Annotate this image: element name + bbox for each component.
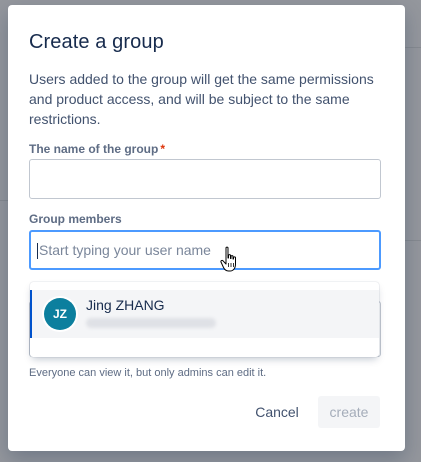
backdrop-divider (405, 47, 421, 48)
group-name-input[interactable] (29, 159, 381, 199)
group-name-label: The name of the group * (29, 142, 165, 156)
group-members-label: Group members (29, 212, 122, 226)
group-members-placeholder: Start typing your user name (39, 242, 211, 258)
create-group-dialog: Create a group Users added to the group … (8, 5, 405, 451)
visibility-hint: Everyone can view it, but only admins ca… (29, 367, 267, 379)
suggestion-email-redacted (86, 318, 216, 328)
hand-cursor-icon (220, 246, 236, 272)
required-marker: * (160, 142, 166, 156)
create-button[interactable]: create (318, 396, 380, 428)
group-members-input[interactable]: Start typing your user name (29, 230, 381, 270)
avatar: JZ (44, 298, 76, 330)
suggestion-option[interactable]: JZ Jing ZHANG (30, 290, 379, 338)
group-name-label-text: The name of the group (29, 142, 159, 156)
backdrop-divider (405, 240, 421, 241)
text-caret (37, 243, 38, 260)
cancel-button[interactable]: Cancel (244, 396, 310, 428)
user-suggestions-dropdown: JZ Jing ZHANG (30, 282, 379, 357)
suggestion-name: Jing ZHANG (86, 297, 165, 313)
dialog-title: Create a group (29, 31, 164, 53)
dialog-description: Users added to the group will get the sa… (29, 71, 374, 127)
backdrop-divider (0, 200, 8, 201)
